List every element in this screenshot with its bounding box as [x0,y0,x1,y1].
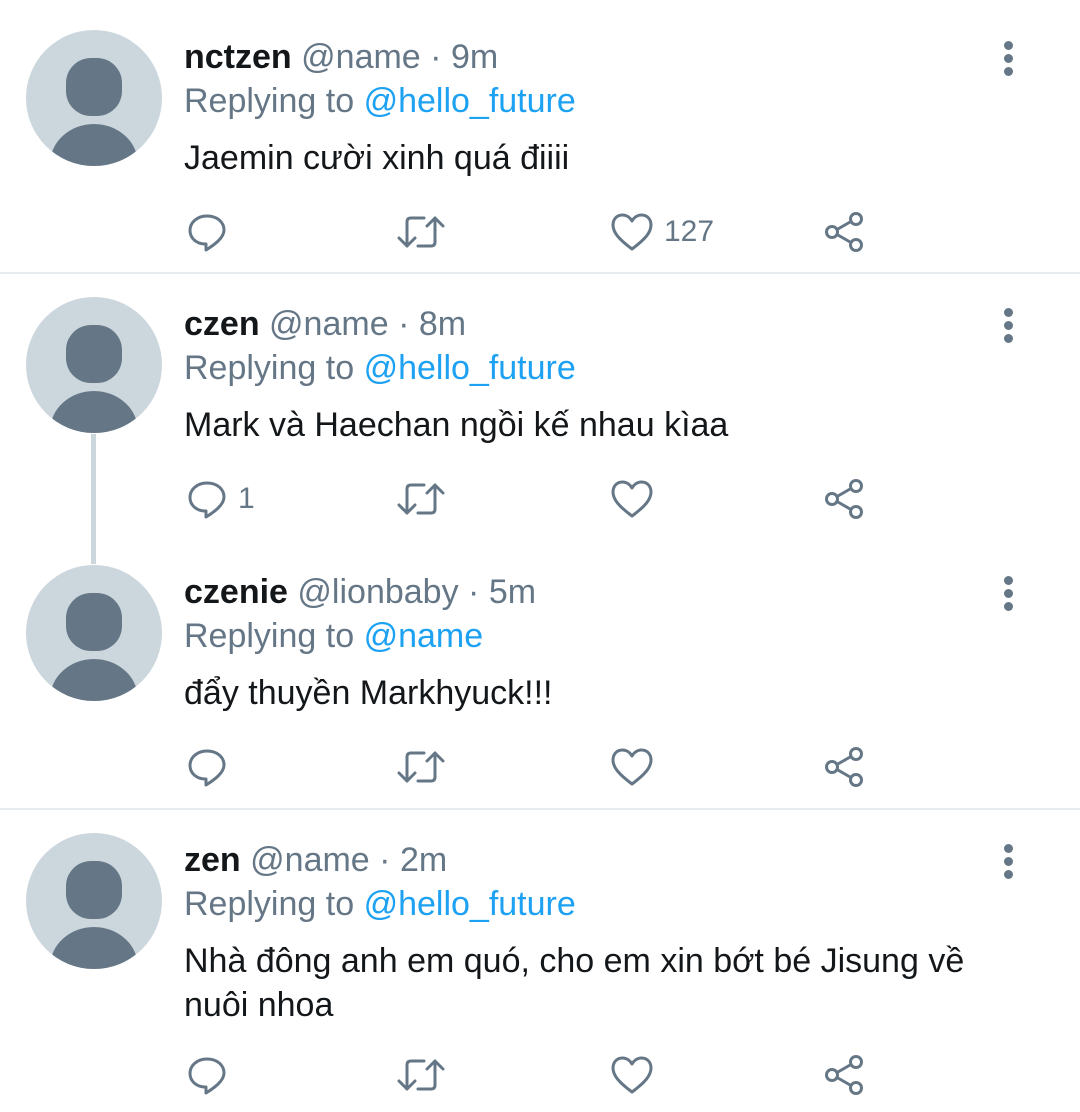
reply-icon [188,749,226,787]
reply-button[interactable] [186,741,238,793]
tweet[interactable]: zen @name · 2m Replying to @hello_future… [0,833,1080,1112]
share-button[interactable] [822,741,866,793]
reply-feed: nctzen @name · 9m Replying to @hello_fut… [0,0,1080,1112]
tweet-text: Nhà đông anh em quó, cho em xin bớt bé J… [184,942,965,1024]
tweet-header: czen @name · 8m [184,301,466,347]
replying-to: Replying to @hello_future [184,881,576,927]
tweet-text: Jaemin cười xinh quá điiii [184,139,570,177]
heart-icon [611,480,653,518]
tweet-text: Mark và Haechan ngồi kế nhau kìaa [184,406,729,444]
reply-target-link[interactable]: @name [364,617,484,655]
default-avatar-icon [50,593,138,701]
tweet-header: zen @name · 2m [184,837,447,883]
user-handle: @name [250,841,370,879]
share-button[interactable] [822,473,866,525]
tweet-header: nctzen @name · 9m [184,34,498,80]
avatar[interactable] [26,297,162,433]
separator: · [430,38,442,76]
more-options-button[interactable] [994,301,1024,343]
share-icon [825,1055,863,1095]
divider [0,272,1080,274]
reply-target-link[interactable]: @hello_future [364,885,576,923]
timestamp[interactable]: 5m [489,573,536,611]
retweet-button[interactable] [396,1049,456,1101]
replying-to: Replying to @hello_future [184,78,576,124]
user-handle: @name [269,305,389,343]
reply-target-link[interactable]: @hello_future [364,82,576,120]
retweet-icon [397,483,445,515]
action-bar: 1 [0,473,1080,525]
retweet-icon [397,216,445,248]
heart-icon [611,748,653,786]
default-avatar-icon [50,58,138,166]
reply-count: 1 [238,482,255,515]
like-button[interactable] [610,1049,664,1101]
divider [0,808,1080,810]
more-vertical-icon [1004,308,1013,317]
more-vertical-icon [1004,576,1013,585]
separator: · [468,573,480,611]
tweet-header: czenie @lionbaby · 5m [184,569,536,615]
tweet[interactable]: nctzen @name · 9m Replying to @hello_fut… [0,30,1080,270]
replying-to: Replying to @hello_future [184,345,576,391]
timestamp[interactable]: 8m [419,305,466,343]
more-options-button[interactable] [994,837,1024,879]
share-button[interactable] [822,206,866,258]
tweet-text: đẩy thuyền Markhyuck!!! [184,674,553,712]
share-button[interactable] [822,1049,866,1101]
reply-icon [188,1057,226,1095]
avatar[interactable] [26,30,162,166]
retweet-icon [397,1059,445,1091]
heart-icon [611,213,653,251]
display-name[interactable]: zen [184,841,241,879]
retweet-button[interactable] [396,206,456,258]
more-options-button[interactable] [994,569,1024,611]
display-name[interactable]: czenie [184,573,288,611]
like-count: 127 [664,215,715,248]
separator: · [398,305,410,343]
reply-button[interactable] [186,1049,238,1101]
reply-icon [188,481,226,519]
replying-to-label: Replying to [184,82,355,120]
action-bar [0,1049,1080,1101]
replying-to: Replying to @name [184,613,483,659]
user-handle: @name [301,38,421,76]
retweet-button[interactable] [396,741,456,793]
timestamp[interactable]: 9m [451,38,498,76]
default-avatar-icon [50,861,138,969]
separator: · [379,841,391,879]
user-handle: @lionbaby [297,573,459,611]
more-vertical-icon [1004,844,1013,853]
more-vertical-icon [1004,41,1013,50]
like-button[interactable] [610,473,664,525]
like-button[interactable] [610,741,664,793]
display-name[interactable]: czen [184,305,260,343]
more-options-button[interactable] [994,34,1024,76]
replying-to-label: Replying to [184,349,355,387]
reply-target-link[interactable]: @hello_future [364,349,576,387]
heart-icon [611,1056,653,1094]
action-bar [0,741,1080,793]
display-name[interactable]: nctzen [184,38,292,76]
reply-button[interactable] [186,206,238,258]
replying-to-label: Replying to [184,885,355,923]
reply-button[interactable]: 1 [186,473,255,525]
retweet-icon [397,751,445,783]
action-bar: 127 [0,206,1080,258]
tweet[interactable]: czen @name · 8m Replying to @hello_futur… [0,297,1080,537]
avatar[interactable] [26,565,162,701]
default-avatar-icon [50,325,138,433]
retweet-button[interactable] [396,473,456,525]
share-icon [825,747,863,787]
like-button[interactable]: 127 [610,206,714,258]
reply-icon [188,214,226,252]
avatar[interactable] [26,833,162,969]
share-icon [825,479,863,519]
timestamp[interactable]: 2m [400,841,447,879]
tweet[interactable]: czenie @lionbaby · 5m Replying to @name … [0,565,1080,805]
replying-to-label: Replying to [184,617,355,655]
share-icon [825,212,863,252]
